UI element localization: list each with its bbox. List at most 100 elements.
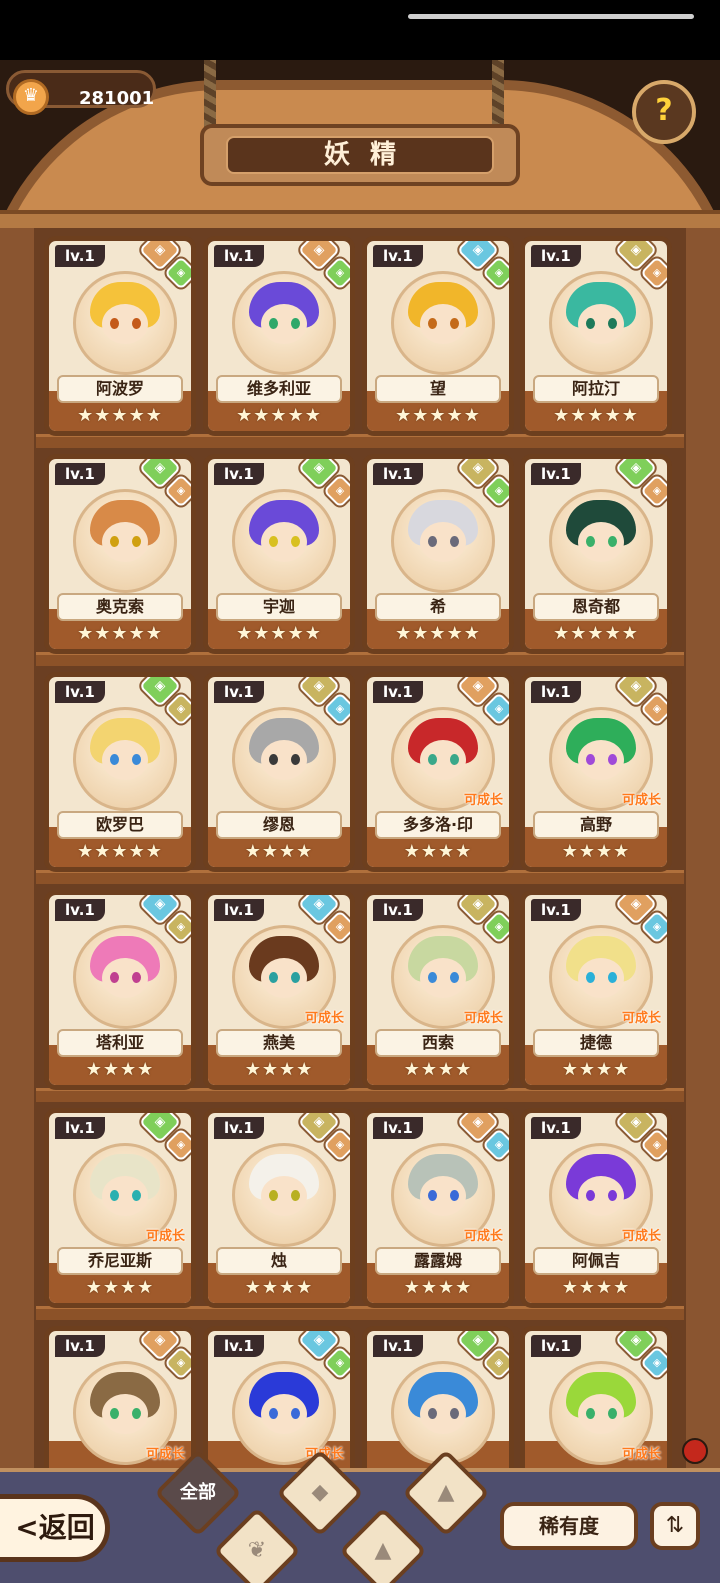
fairy-face	[102, 1394, 148, 1434]
element-icon: ◈	[472, 896, 484, 912]
fairy-card[interactable]: lv.1 ◈ ◈ 维多利亚 ★★★★★	[203, 236, 355, 436]
element-icon: ◈	[176, 920, 186, 933]
element-icon: ◈	[472, 1332, 484, 1348]
fairy-eye	[110, 536, 119, 547]
shelf	[36, 652, 684, 666]
level-badge: lv.1	[214, 463, 264, 485]
question-mark-leaf-icon: ?	[655, 93, 673, 128]
element-icon: ◈	[176, 702, 186, 715]
level-badge: lv.1	[531, 899, 581, 921]
fairy-face	[102, 522, 148, 562]
filter-earth-button[interactable]: ▲	[339, 1507, 427, 1583]
fairy-portrait	[73, 271, 177, 375]
fairy-eye	[428, 1190, 437, 1201]
fairy-card[interactable]: lv.1 ◈ ◈ 可成长 捷德 ★★★★	[520, 890, 672, 1090]
element-icon: ◈	[335, 1138, 345, 1151]
level-badge: lv.1	[373, 245, 423, 267]
fairy-eye	[132, 1408, 141, 1419]
element-icon: ◈	[472, 242, 484, 258]
fairy-card[interactable]: lv.1 ◈ ◈ 望 ★★★★★	[362, 236, 514, 436]
fairy-name: 奥克索	[57, 593, 183, 621]
fairy-eye	[110, 318, 119, 329]
fairy-name: 多多洛·印	[375, 811, 501, 839]
element-icon: ◈	[154, 896, 166, 912]
fairy-card[interactable]: lv.1 ◈ ◈ 可成长	[520, 1326, 672, 1486]
fairy-card[interactable]: lv.1 ◈ ◈ 可成长 西索 ★★★★	[362, 890, 514, 1090]
fairy-card[interactable]: lv.1 ◈ ◈ 可成长 多多洛·印 ★★★★	[362, 672, 514, 872]
fairy-face	[420, 740, 466, 780]
fairy-card[interactable]: lv.1 ◈ ◈ 可成长 燕美 ★★★★	[203, 890, 355, 1090]
fairy-name: 缪恩	[216, 811, 342, 839]
fairy-card[interactable]: lv.1 ◈ ◈ 阿波罗 ★★★★★	[44, 236, 196, 436]
coin-value: 281001	[79, 88, 155, 109]
fairy-eye	[291, 536, 300, 547]
fairy-card[interactable]: lv.1 ◈ ◈ 可成长 乔尼亚斯 ★★★★	[44, 1108, 196, 1308]
can-evolve-tag: 可成长	[621, 1229, 661, 1244]
back-button[interactable]: <返回	[0, 1494, 110, 1562]
fairy-name: 露露姆	[375, 1247, 501, 1275]
level-badge: lv.1	[531, 245, 581, 267]
fairy-portrait	[232, 271, 336, 375]
rarity-stars: ★★★★	[244, 1277, 314, 1298]
element-icon: ◈	[176, 484, 186, 497]
rarity-stars: ★★★★	[244, 841, 314, 862]
fairy-card[interactable]: lv.1 ◈ ◈ 可成长 阿佩吉 ★★★★	[520, 1108, 672, 1308]
help-button[interactable]: ?	[632, 80, 696, 144]
element-icon: ◈	[335, 266, 345, 279]
fairy-name: 阿拉汀	[533, 375, 659, 403]
ladybug-icon[interactable]	[682, 1438, 708, 1464]
fairy-card[interactable]: lv.1 ◈ ◈ 宇迦 ★★★★★	[203, 454, 355, 654]
level-badge: lv.1	[531, 681, 581, 703]
fairy-name: 维多利亚	[216, 375, 342, 403]
fairy-face	[578, 304, 624, 344]
fairy-card[interactable]: lv.1 ◈ ◈ 欧罗巴 ★★★★★	[44, 672, 196, 872]
fairy-card[interactable]: lv.1 ◈ ◈ 希 ★★★★★	[362, 454, 514, 654]
fairy-card[interactable]: lv.1 ◈ ◈ 奥克索 ★★★★★	[44, 454, 196, 654]
fairy-face	[578, 522, 624, 562]
sort-list-icon: ⇅	[665, 1513, 685, 1538]
fairy-card[interactable]: lv.1 ◈ ◈ 恩奇都 ★★★★★	[520, 454, 672, 654]
fairy-eye	[586, 1408, 595, 1419]
level-badge: lv.1	[373, 463, 423, 485]
rarity-stars: ★★★★★	[77, 841, 163, 862]
level-badge: lv.1	[214, 899, 264, 921]
fairy-card[interactable]: lv.1 ◈ ◈ 可成长	[44, 1326, 196, 1486]
rarity-sort-button[interactable]: 稀有度	[500, 1502, 638, 1550]
element-icon: ◈	[313, 460, 325, 476]
fairy-card[interactable]: lv.1 ◈ ◈ 缪恩 ★★★★	[203, 672, 355, 872]
level-badge: lv.1	[373, 1335, 423, 1357]
fairy-face	[261, 1394, 307, 1434]
element-icon: ◈	[630, 678, 642, 694]
fairy-face	[420, 1394, 466, 1434]
rarity-stars: ★★★★	[561, 1059, 631, 1080]
element-icon: ◈	[313, 896, 325, 912]
fairy-face	[578, 958, 624, 998]
element-icon: ◈	[652, 1356, 662, 1369]
fairy-face	[261, 1176, 307, 1216]
level-badge: lv.1	[531, 1117, 581, 1139]
fairy-face	[261, 958, 307, 998]
fairy-card[interactable]: lv.1 ◈ ◈ 塔利亚 ★★★★	[44, 890, 196, 1090]
fairy-eye	[608, 754, 617, 765]
fairy-card[interactable]: lv.1 ◈ ◈ 可成长 露露姆 ★★★★	[362, 1108, 514, 1308]
filter-plant-button[interactable]: ❦	[213, 1507, 301, 1583]
fairy-eye	[291, 1190, 300, 1201]
fairy-eye	[291, 1408, 300, 1419]
rarity-stars: ★★★★★	[553, 623, 639, 644]
water-drop-icon: ◆	[311, 1480, 329, 1505]
fairy-eye	[608, 318, 617, 329]
fairy-card[interactable]: lv.1 ◈ ◈ 烛 ★★★★	[203, 1108, 355, 1308]
fairy-face	[102, 958, 148, 998]
element-icon: ◈	[494, 266, 504, 279]
fairy-card[interactable]: lv.1 ◈ ◈ 阿拉汀 ★★★★★	[520, 236, 672, 436]
level-badge: lv.1	[55, 1335, 105, 1357]
sort-order-button[interactable]: ⇅	[650, 1502, 700, 1550]
fairy-card[interactable]: lv.1 ◈ ◈ 可成长 高野 ★★★★	[520, 672, 672, 872]
element-icon: ◈	[494, 702, 504, 715]
fairy-eye	[428, 972, 437, 983]
page-title: 妖精	[226, 136, 494, 174]
element-icon: ◈	[176, 1138, 186, 1151]
fairy-eye	[428, 754, 437, 765]
rarity-stars: ★★★★	[403, 841, 473, 862]
fairy-eye	[450, 972, 459, 983]
